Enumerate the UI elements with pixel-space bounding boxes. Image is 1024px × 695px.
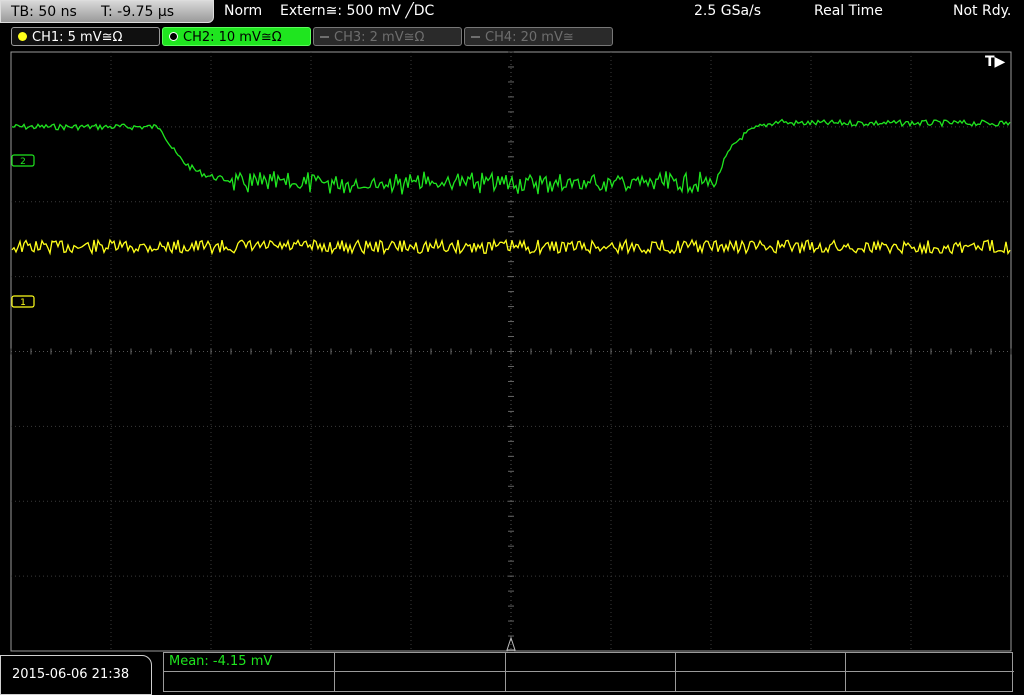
sample-rate: 2.5 GSa/s: [694, 3, 762, 19]
acquisition-status: Not Rdy.: [953, 3, 1012, 19]
channel-4-indicator-icon: [471, 36, 480, 38]
channel-4-tab[interactable]: CH4: 20 mV≅: [464, 27, 613, 46]
channel-1-label: CH1: 5 mV≅Ω: [32, 30, 123, 45]
channel-2-tab[interactable]: CH2: 10 mV≅Ω: [162, 27, 311, 46]
trigger-source[interactable]: Extern≅: 500 mV ╱DC: [280, 0, 434, 23]
channel-1-indicator-icon: [18, 32, 27, 41]
channel-3-indicator-icon: [320, 36, 329, 38]
waveform-display[interactable]: 2 1 T▶: [0, 49, 1024, 652]
channel-2-label: CH2: 10 mV≅Ω: [183, 30, 282, 45]
svg-text:1: 1: [20, 298, 26, 308]
measurement-table-grid: [163, 652, 1014, 692]
measurement-panel[interactable]: Mean: -4.15 mV: [163, 652, 1014, 692]
channel-3-tab[interactable]: CH3: 2 mV≅Ω: [313, 27, 462, 46]
channel-1-tab[interactable]: CH1: 5 mV≅Ω: [11, 27, 160, 46]
datetime-display: 2015-06-06 21:38: [0, 655, 152, 695]
channel-2-indicator-icon: [169, 32, 178, 41]
mean-measurement: Mean: -4.15 mV: [169, 654, 273, 669]
trigger-position-marker[interactable]: T▶: [985, 54, 1006, 70]
channel-3-label: CH3: 2 mV≅Ω: [334, 30, 425, 45]
trigger-mode[interactable]: Norm: [224, 0, 262, 23]
timebase-panel[interactable]: TB: 50 ns T: -9.75 µs: [0, 0, 214, 23]
datetime-value: 2015-06-06 21:38: [12, 667, 130, 682]
acquisition-mode[interactable]: Real Time: [814, 0, 883, 23]
timebase-value: TB: 50 ns: [11, 4, 77, 20]
svg-text:2: 2: [20, 157, 26, 167]
channel-4-label: CH4: 20 mV≅: [485, 30, 574, 45]
trigger-time-value: T: -9.75 µs: [101, 4, 175, 20]
channel-bar: CH1: 5 mV≅Ω CH2: 10 mV≅Ω CH3: 2 mV≅Ω CH4…: [0, 26, 1024, 48]
status-bar: TB: 50 ns T: -9.75 µs Norm Extern≅: 500 …: [0, 0, 1024, 25]
